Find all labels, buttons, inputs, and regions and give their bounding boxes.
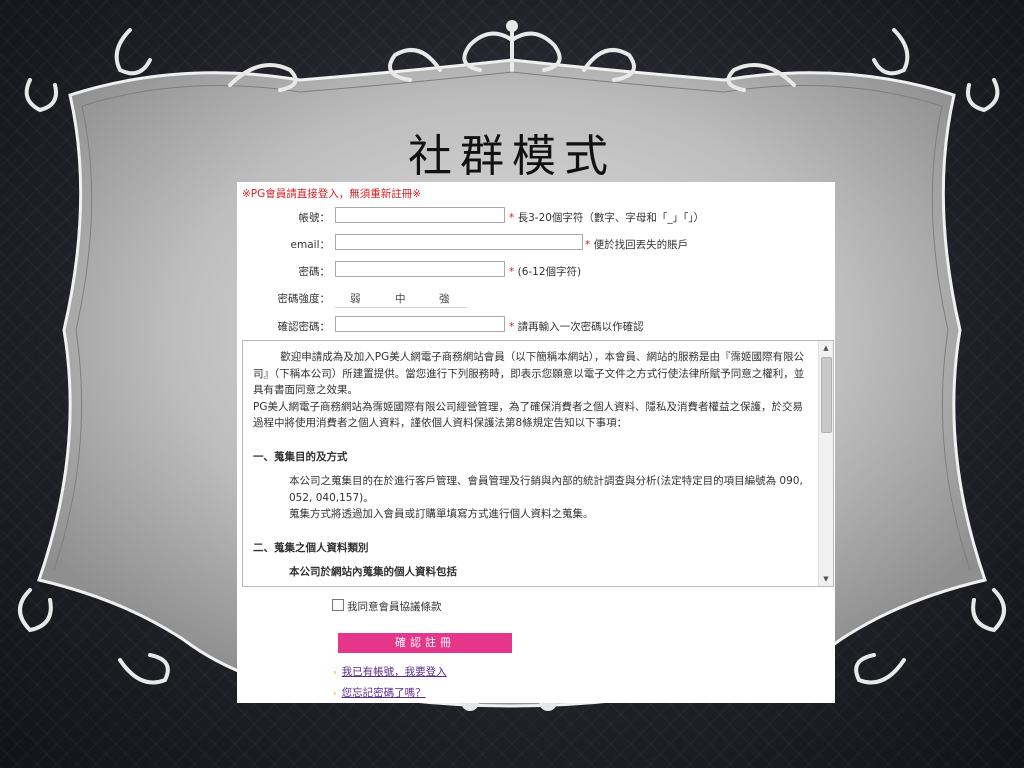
agree-checkbox[interactable] — [332, 599, 344, 611]
password-strength-meter: 弱 中 強 — [335, 288, 467, 308]
arrow-right-icon: › — [333, 689, 337, 699]
confirm-password-hint: * 請再輸入一次密碼以作確認 — [509, 321, 644, 333]
agree-terms-checkbox-row[interactable]: 我同意會員協議條款 — [332, 599, 442, 614]
confirm-password-row: 確認密碼： * 請再輸入一次密碼以作確認 — [237, 316, 835, 336]
slide-title: 社群模式 — [408, 131, 616, 182]
terms-scrollbar[interactable]: ▲ ▼ — [818, 341, 833, 586]
arrow-right-icon: › — [333, 668, 337, 678]
member-terms-box[interactable]: 歡迎申請成為及加入PG美人網電子商務網站會員（以下簡稱本網站），本會員、網站的服… — [242, 340, 834, 587]
confirm-register-button[interactable]: 確認註冊 — [338, 633, 512, 653]
password-hint: * (6-12個字符) — [509, 266, 582, 278]
email-hint: * 便於找回丟失的賬戶 — [585, 239, 689, 251]
terms-content: 歡迎申請成為及加入PG美人網電子商務網站會員（以下簡稱本網站），本會員、網站的服… — [253, 349, 813, 581]
strength-weak: 弱 — [350, 293, 361, 305]
agree-label: 我同意會員協議條款 — [347, 601, 442, 613]
terms-paragraph: PG美人網電子商務網站為霈姬國際有限公司經營管理，為了確保消費者之個人資料、隱私… — [253, 400, 803, 430]
confirm-password-input[interactable] — [335, 316, 505, 332]
terms-section-heading: 一、蒐集目的及方式 — [253, 450, 348, 463]
account-label: 帳號： — [298, 212, 331, 224]
email-input[interactable] — [335, 234, 583, 250]
password-label: 密碼： — [298, 266, 331, 278]
terms-section-heading: 二、蒐集之個人資料類別 — [253, 541, 369, 554]
terms-paragraph: 本公司之蒐集目的在於進行客戶管理、會員管理及行銷與內部的統計調查與分析(法定特定… — [289, 475, 803, 504]
account-hint: * 長3-20個字符（數字、字母和「_」「」） — [509, 212, 705, 224]
pg-member-notice: ※PG會員請直接登入，無須重新註冊※ — [242, 188, 422, 200]
terms-paragraph: 蒐集方式將透過加入會員或訂購單填寫方式進行個人資料之蒐集。 — [289, 508, 594, 520]
terms-paragraph: 本公司於網站內蒐集的個人資料包括 — [289, 566, 457, 578]
forgot-password-link[interactable]: › 您忘記密碼了嗎？ — [333, 685, 426, 700]
strength-strong: 強 — [439, 293, 450, 305]
password-strength-label: 密碼強度： — [277, 293, 331, 305]
terms-paragraph: 歡迎申請成為及加入PG美人網電子商務網站會員（以下簡稱本網站），本會員、網站的服… — [253, 351, 805, 396]
email-row: email： * 便於找回丟失的賬戶 — [237, 234, 835, 254]
scroll-up-arrow-icon[interactable]: ▲ — [819, 341, 833, 355]
account-input[interactable] — [335, 207, 505, 223]
confirm-password-label: 確認密碼： — [277, 321, 331, 333]
email-label: email： — [290, 239, 330, 251]
have-account-login-link[interactable]: › 我已有帳號，我要登入 — [333, 664, 447, 679]
scroll-down-arrow-icon[interactable]: ▼ — [819, 572, 833, 586]
strength-medium: 中 — [395, 293, 406, 305]
password-row: 密碼： * (6-12個字符) — [237, 261, 835, 281]
registration-form-screenshot: ※PG會員請直接登入，無須重新註冊※ 帳號： * 長3-20個字符（數字、字母和… — [237, 182, 835, 703]
password-strength-row: 密碼強度： 弱 中 強 — [237, 288, 835, 308]
scrollbar-thumb[interactable] — [821, 357, 832, 433]
password-input[interactable] — [335, 261, 505, 277]
account-row: 帳號： * 長3-20個字符（數字、字母和「_」「」） — [237, 207, 835, 227]
